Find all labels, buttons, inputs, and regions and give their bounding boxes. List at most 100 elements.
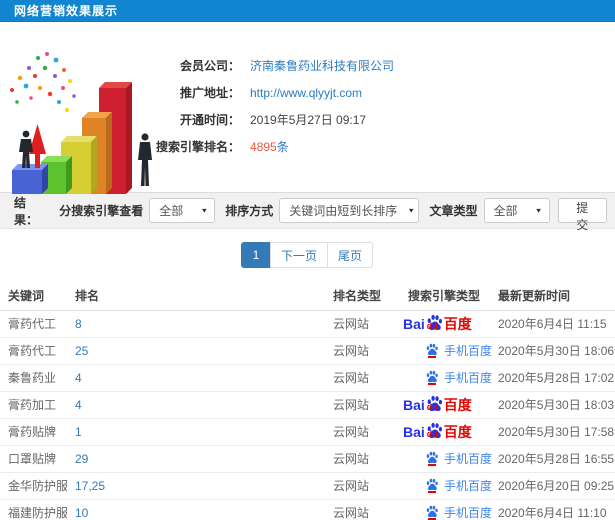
rank-link[interactable]: 4 bbox=[75, 398, 82, 412]
article-type-select[interactable]: 全部 ▼ bbox=[483, 198, 550, 223]
chevron-down-icon: ▼ bbox=[534, 206, 543, 215]
update-time-cell: 2020年6月20日 09:25 bbox=[498, 479, 615, 493]
rank-count-suffix: 条 bbox=[276, 140, 289, 154]
mobile-baidu-underline bbox=[428, 491, 436, 493]
bar-blue bbox=[12, 164, 48, 194]
engine-view-select[interactable]: 全部 ▼ bbox=[149, 198, 216, 223]
table-row: 秦鲁药业 4 云网站 Bai du bbox=[0, 364, 615, 392]
col-update-time: 最新更新时间 bbox=[493, 282, 615, 311]
baidu-paw-icon: du bbox=[426, 422, 443, 440]
page-title: 网络营销效果展示 bbox=[14, 4, 119, 18]
engine-view-selected-value: 全部 bbox=[159, 204, 184, 218]
update-time-cell: 2020年5月28日 17:02 bbox=[498, 371, 615, 385]
open-time-label: 开通时间： bbox=[179, 113, 240, 127]
baidu-cn-text: 百度 bbox=[443, 315, 472, 332]
info-row-open-time: 开通时间： 2019年5月27日 09:17 bbox=[150, 106, 394, 133]
bar-chart-clipart-image bbox=[10, 52, 152, 194]
table-row: 膏药加工 4 云网站 Bai du 百度 2020年5月30日 18:03 bbox=[0, 391, 615, 419]
rank-type-cell: 云网站 bbox=[333, 371, 370, 385]
rank-type-cell: 云网站 bbox=[333, 425, 370, 439]
keyword-cell: 口罩贴牌 bbox=[8, 452, 57, 466]
mobile-baidu-underline bbox=[428, 356, 436, 358]
rank-link[interactable]: 10 bbox=[75, 506, 88, 520]
mobile-baidu-logo: 手机百度 bbox=[425, 450, 493, 467]
keyword-cell: 金华防护服 bbox=[8, 479, 67, 493]
chevron-down-icon: ▼ bbox=[200, 206, 209, 215]
info-row-company: 会员公司： 济南秦鲁药业科技有限公司 bbox=[150, 52, 394, 79]
article-type-label: 文章类型 bbox=[429, 204, 478, 218]
rank-link[interactable]: 1 bbox=[75, 425, 82, 439]
company-label: 会员公司： bbox=[179, 59, 240, 73]
promo-url-link[interactable]: http://www.qlyyjt.com bbox=[250, 86, 362, 100]
page-1-button[interactable]: 1 bbox=[240, 242, 271, 268]
keyword-cell: 秦鲁药业 bbox=[8, 371, 57, 385]
col-rank: 排名 bbox=[67, 282, 325, 311]
mobile-baidu-logo: 手机百度 bbox=[425, 369, 493, 386]
col-keyword: 关键词 bbox=[0, 282, 67, 311]
baidu-du-text: du bbox=[426, 429, 438, 439]
baidu-logo: Bai du 百度 bbox=[403, 422, 493, 442]
col-engine-type: 搜索引擎类型 bbox=[393, 282, 493, 311]
results-table: 关键词 排名 排名类型 搜索引擎类型 最新更新时间 膏药代工 8 云网站 Bai bbox=[0, 282, 615, 520]
table-row: 口罩贴牌 29 云网站 Bai du bbox=[0, 445, 615, 473]
table-row: 福建防护服 10 云网站 Bai du bbox=[0, 499, 615, 520]
mobile-baidu-logo: 手机百度 bbox=[425, 342, 493, 359]
mobile-baidu-underline bbox=[428, 383, 436, 385]
sort-select[interactable]: 关键词由短到长排序 ▼ bbox=[279, 198, 420, 223]
update-time-cell: 2020年6月4日 11:15 bbox=[498, 317, 607, 331]
mobile-baidu-text: 手机百度 bbox=[444, 371, 493, 385]
mobile-baidu-text: 手机百度 bbox=[444, 479, 493, 493]
baidu-cn-text: 百度 bbox=[443, 396, 472, 413]
promo-url-label: 推广地址： bbox=[179, 86, 240, 100]
mobile-baidu-logo: 手机百度 bbox=[425, 477, 493, 494]
info-row-rank-count: 搜索引擎排名： 4895条 bbox=[150, 133, 394, 160]
title-bar: 网络营销效果展示 bbox=[0, 0, 615, 22]
update-time-cell: 2020年5月30日 18:03 bbox=[498, 398, 615, 412]
update-time-cell: 2020年5月28日 16:55 bbox=[498, 452, 615, 466]
baidu-bai-text: Bai bbox=[403, 315, 425, 332]
last-page-button[interactable]: 尾页 bbox=[327, 242, 374, 268]
baidu-cn-text: 百度 bbox=[443, 423, 472, 440]
table-row: 膏药贴牌 1 云网站 Bai du 百度 2020年5月30日 17:58 bbox=[0, 418, 615, 446]
pagination: 1 下一页 尾页 bbox=[0, 242, 615, 268]
table-row: 膏药代工 8 云网站 Bai du 百度 2020年6月4日 11:15 bbox=[0, 310, 615, 338]
mobile-baidu-text: 手机百度 bbox=[444, 344, 493, 358]
keyword-cell: 膏药贴牌 bbox=[8, 425, 57, 439]
keyword-cell: 膏药代工 bbox=[8, 317, 57, 331]
table-row: 金华防护服 17,25 云网站 Bai du bbox=[0, 472, 615, 500]
engine-view-label: 分搜索引擎查看 bbox=[59, 204, 144, 218]
mobile-baidu-text: 手机百度 bbox=[444, 452, 493, 466]
table-row: 膏药代工 25 云网站 Bai du bbox=[0, 337, 615, 365]
rank-type-cell: 云网站 bbox=[333, 398, 370, 412]
confetti-dots bbox=[10, 52, 76, 112]
update-time-cell: 2020年5月30日 17:58 bbox=[498, 425, 615, 439]
keyword-cell: 福建防护服 bbox=[8, 506, 67, 520]
mobile-baidu-paw-icon bbox=[425, 505, 439, 520]
rank-count-number: 4895 bbox=[250, 140, 277, 154]
next-page-button[interactable]: 下一页 bbox=[269, 242, 328, 268]
submit-button[interactable]: 提交 bbox=[557, 198, 607, 232]
mobile-baidu-paw-icon bbox=[425, 370, 439, 385]
rank-link[interactable]: 4 bbox=[75, 371, 82, 385]
mobile-baidu-underline bbox=[428, 464, 436, 466]
rank-type-cell: 云网站 bbox=[333, 452, 370, 466]
info-row-url: 推广地址： http://www.qlyyjt.com bbox=[150, 79, 394, 106]
baidu-du-text: du bbox=[426, 402, 438, 412]
mobile-baidu-paw-icon bbox=[425, 343, 439, 358]
rank-type-cell: 云网站 bbox=[333, 317, 370, 331]
rank-count-value: 4895条 bbox=[250, 138, 289, 155]
rank-link[interactable]: 17,25 bbox=[75, 479, 105, 493]
rank-link[interactable]: 25 bbox=[75, 344, 88, 358]
page: 网络营销效果展示 会员公司： 济南秦鲁药业科技有限公司 推广地址： http:/… bbox=[0, 0, 615, 520]
mobile-baidu-logo: 手机百度 bbox=[425, 504, 493, 520]
rank-link[interactable]: 8 bbox=[75, 317, 82, 331]
update-time-cell: 2020年6月4日 11:10 bbox=[498, 506, 607, 520]
rank-type-cell: 云网站 bbox=[333, 479, 370, 493]
baidu-bai-text: Bai bbox=[403, 396, 425, 413]
baidu-logo: Bai du 百度 bbox=[403, 395, 493, 415]
rank-type-cell: 云网站 bbox=[333, 506, 370, 520]
rank-link[interactable]: 29 bbox=[75, 452, 88, 466]
open-time-value: 2019年5月27日 09:17 bbox=[250, 113, 367, 127]
table-header-row: 关键词 排名 排名类型 搜索引擎类型 最新更新时间 bbox=[0, 282, 615, 311]
company-link[interactable]: 济南秦鲁药业科技有限公司 bbox=[250, 57, 394, 74]
